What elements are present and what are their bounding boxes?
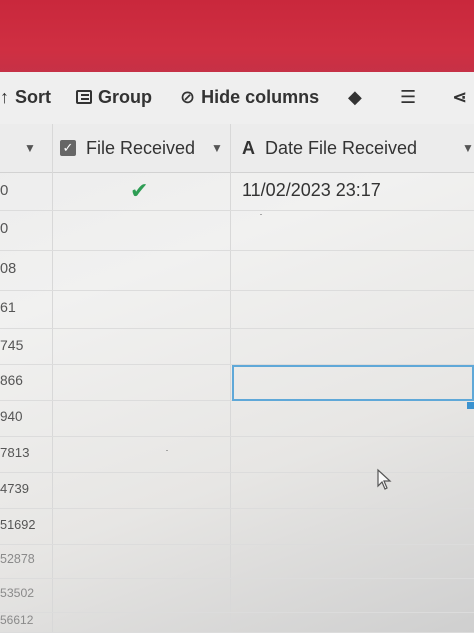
selected-cell[interactable] <box>232 365 474 401</box>
mouse-cursor-icon <box>377 468 392 490</box>
row-id-cell: 51692 <box>0 517 36 532</box>
screen-speck <box>260 214 262 215</box>
hide-columns-button[interactable]: ⊘ Hide columns <box>180 82 319 112</box>
eye-slash-icon: ⊘ <box>180 86 196 107</box>
table-row[interactable]: 940 <box>0 400 474 437</box>
row-id-cell: 52878 <box>0 552 35 566</box>
color-button[interactable]: ◆ <box>348 82 362 112</box>
table-row[interactable]: 51692 <box>0 508 474 545</box>
checkbox-type-icon: ✓ <box>60 140 76 156</box>
prev-column-dropdown[interactable]: ▼ <box>24 124 36 172</box>
table-row[interactable]: 56612 <box>0 612 474 633</box>
row-id-cell: 61 <box>0 300 16 316</box>
paint-bucket-icon: ◆ <box>348 86 362 107</box>
table-row[interactable]: 0 <box>0 210 474 251</box>
row-height-icon: ☰ <box>400 86 417 107</box>
row-id-cell: 0 <box>0 182 9 199</box>
table-row[interactable]: 4739 <box>0 472 474 509</box>
group-icon <box>76 90 92 104</box>
table-row[interactable]: 7813 <box>0 436 474 473</box>
column-header-file-received[interactable]: ✓ File Received ▼ <box>60 124 223 172</box>
group-button[interactable]: Group <box>76 82 152 112</box>
table-row[interactable]: 745 <box>0 328 474 365</box>
row-id-cell: 866 <box>0 373 23 388</box>
table-row[interactable]: 08 <box>0 250 474 291</box>
date-column-dropdown[interactable]: ▼ <box>462 124 474 172</box>
hide-columns-label: Hide columns <box>201 86 320 107</box>
share-button[interactable]: ⋖ <box>452 82 467 112</box>
row-id-cell: 53502 <box>0 586 35 600</box>
fill-handle[interactable] <box>467 402 474 409</box>
row-id-cell: 4739 <box>0 481 29 496</box>
table-row[interactable]: 61 <box>0 290 474 329</box>
group-label: Group <box>98 86 152 107</box>
sort-label: Sort <box>15 86 51 107</box>
toolbar: ↑ Sort Group ⊘ Hide columns ◆ ☰ ⋖ <box>0 72 474 125</box>
row-id-cell: 56612 <box>0 613 34 627</box>
row-id-cell: 0 <box>0 221 9 237</box>
date-cell[interactable]: 11/02/2023 23:17 <box>242 180 381 201</box>
app-top-bar <box>0 0 474 72</box>
table-row[interactable]: 53502 <box>0 578 474 613</box>
column-title-date-file-received: Date File Received <box>265 137 418 158</box>
row-height-button[interactable]: ☰ <box>400 82 416 112</box>
column-header-row: ▼ ✓ File Received ▼ A Date File Received… <box>0 124 474 173</box>
table-row[interactable]: 52878 <box>0 544 474 579</box>
check-icon[interactable]: ✔ <box>130 178 148 204</box>
screen-speck <box>166 450 168 451</box>
table-row[interactable]: 0 ✔ 11/02/2023 23:17 <box>0 172 474 211</box>
chevron-down-icon[interactable]: ▼ <box>211 141 223 155</box>
sort-arrow-icon: ↑ <box>0 86 9 107</box>
row-id-cell: 7813 <box>0 445 30 460</box>
sort-button[interactable]: ↑ Sort <box>0 82 51 112</box>
column-title-file-received: File Received <box>86 137 196 158</box>
chevron-down-icon: ▼ <box>462 141 474 155</box>
chevron-down-icon: ▼ <box>24 141 36 155</box>
column-header-date-file-received[interactable]: A Date File Received <box>242 124 417 172</box>
row-id-cell: 940 <box>0 409 23 424</box>
text-type-icon: A <box>242 137 255 158</box>
share-icon: ⋖ <box>452 86 468 107</box>
row-id-cell: 745 <box>0 337 24 353</box>
row-id-cell: 08 <box>0 261 17 277</box>
